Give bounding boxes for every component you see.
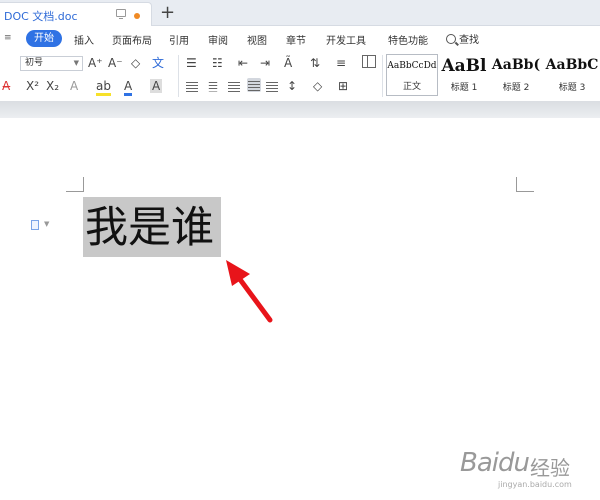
justify-icon[interactable] (247, 78, 261, 92)
borders-icon[interactable]: ⊞ (338, 79, 348, 93)
font-grow-button[interactable]: A⁺ (88, 56, 103, 70)
style-normal[interactable]: AaBbCcDd 正文 (386, 54, 438, 96)
document-tab[interactable]: DOC 文档.doc (0, 2, 152, 26)
ribbon-toolbar: 初号 ▼ A⁺ A⁻ ◇ 文 A̶ X² X₂ A ab A A ☰ ☷ ⇤ ⇥ … (0, 51, 600, 101)
style-name: 标题 2 (502, 83, 530, 93)
menu-item-page-layout[interactable]: 页面布局 (112, 32, 152, 47)
font-color-button[interactable]: A (124, 79, 133, 96)
document-page[interactable]: ▼ 我是谁 (0, 118, 600, 500)
style-sample: AaBbC (545, 57, 599, 73)
menu-item-view[interactable]: 视图 (247, 32, 267, 47)
style-name: 正文 (402, 82, 421, 92)
clear-format-button[interactable]: ◇ (131, 56, 140, 70)
menu-item-home[interactable]: 开始 (26, 30, 62, 47)
style-gallery: AaBbCcDd 正文 AaBl 标题 1 AaBb( 标题 2 AaBbC 标… (386, 54, 600, 98)
style-heading-1[interactable]: AaBl 标题 1 (440, 54, 488, 96)
font-shrink-button[interactable]: A⁻ (108, 56, 123, 70)
margin-corner-top-left (66, 177, 84, 192)
document-tab-title[interactable]: DOC 文档.doc (4, 8, 78, 24)
align-left-icon[interactable] (186, 79, 198, 93)
align-right-icon[interactable] (228, 79, 240, 93)
font-size-select[interactable]: 初号 ▼ (20, 56, 83, 71)
style-sample: AaBb( (491, 57, 541, 73)
chevron-down-icon: ▼ (73, 59, 79, 67)
increase-indent-icon[interactable]: ⇥ (260, 56, 270, 70)
style-name: 标题 3 (558, 83, 586, 93)
menu-item-references[interactable]: 引用 (169, 32, 189, 47)
menu-toggle-icon[interactable]: ≡ (4, 33, 12, 43)
font-size-value: 初号 (25, 58, 44, 68)
superscript-button[interactable]: X² (26, 79, 39, 93)
menu-item-developer[interactable]: 开发工具 (326, 32, 366, 47)
font-effect-button[interactable]: A (70, 79, 78, 93)
decrease-indent-icon[interactable]: ⇤ (238, 56, 248, 70)
search-icon (446, 34, 456, 44)
search-label: 查找 (459, 35, 479, 46)
style-heading-3[interactable]: AaBbC 标题 3 (544, 54, 600, 96)
text-layout-icon[interactable] (362, 55, 376, 68)
menu-item-insert[interactable]: 插入 (74, 32, 94, 47)
ribbon-divider (178, 55, 179, 97)
bullet-list-icon[interactable]: ☰ (186, 56, 197, 70)
sort-icon[interactable]: ⇅ (310, 56, 320, 70)
watermark-url: jingyan.baidu.com (498, 480, 572, 489)
ribbon-divider (382, 55, 383, 97)
text-direction-icon[interactable]: Ã (284, 56, 292, 70)
distributed-icon[interactable] (266, 79, 278, 93)
style-name: 标题 1 (450, 83, 478, 93)
pinyin-button[interactable]: 文 (152, 56, 164, 70)
align-center-icon[interactable] (207, 79, 219, 93)
selected-text[interactable]: 我是谁 (85, 200, 214, 256)
numbered-list-icon[interactable]: ☷ (212, 56, 223, 70)
show-marks-icon[interactable]: ≡ (336, 56, 346, 70)
strikethrough-icon[interactable]: A̶ (2, 79, 10, 93)
search-button[interactable]: 查找 (446, 31, 479, 46)
char-shading-button[interactable]: A (150, 79, 163, 93)
chevron-down-icon[interactable]: ▼ (44, 220, 49, 228)
ribbon-shadow (0, 101, 600, 118)
line-spacing-icon[interactable]: ↕ (287, 79, 297, 93)
style-heading-2[interactable]: AaBb( 标题 2 (490, 54, 542, 96)
menu-item-chapter[interactable]: 章节 (286, 32, 306, 47)
menu-bar: ≡ 开始 插入 页面布局 引用 审阅 视图 章节 开发工具 特色功能 查找 (0, 27, 600, 51)
watermark-suffix: 经验 (530, 456, 570, 480)
tab-bar: DOC 文档.doc + (0, 0, 600, 26)
annotation-arrow-icon (226, 260, 273, 323)
paragraph-handle-icon[interactable] (31, 220, 39, 230)
monitor-icon[interactable] (116, 9, 126, 19)
menu-item-review[interactable]: 审阅 (208, 32, 228, 47)
unsaved-dot-icon (134, 13, 140, 19)
style-sample: AaBl (441, 56, 487, 76)
highlight-button[interactable]: ab (96, 79, 111, 96)
new-tab-button[interactable]: + (160, 2, 175, 23)
subscript-button[interactable]: X₂ (46, 79, 59, 93)
style-sample: AaBbCcDd (387, 61, 437, 71)
menu-item-features[interactable]: 特色功能 (388, 32, 428, 47)
margin-corner-top-right (516, 177, 534, 192)
watermark-brand: Baidu (460, 448, 530, 478)
shading-icon[interactable]: ◇ (313, 79, 322, 93)
